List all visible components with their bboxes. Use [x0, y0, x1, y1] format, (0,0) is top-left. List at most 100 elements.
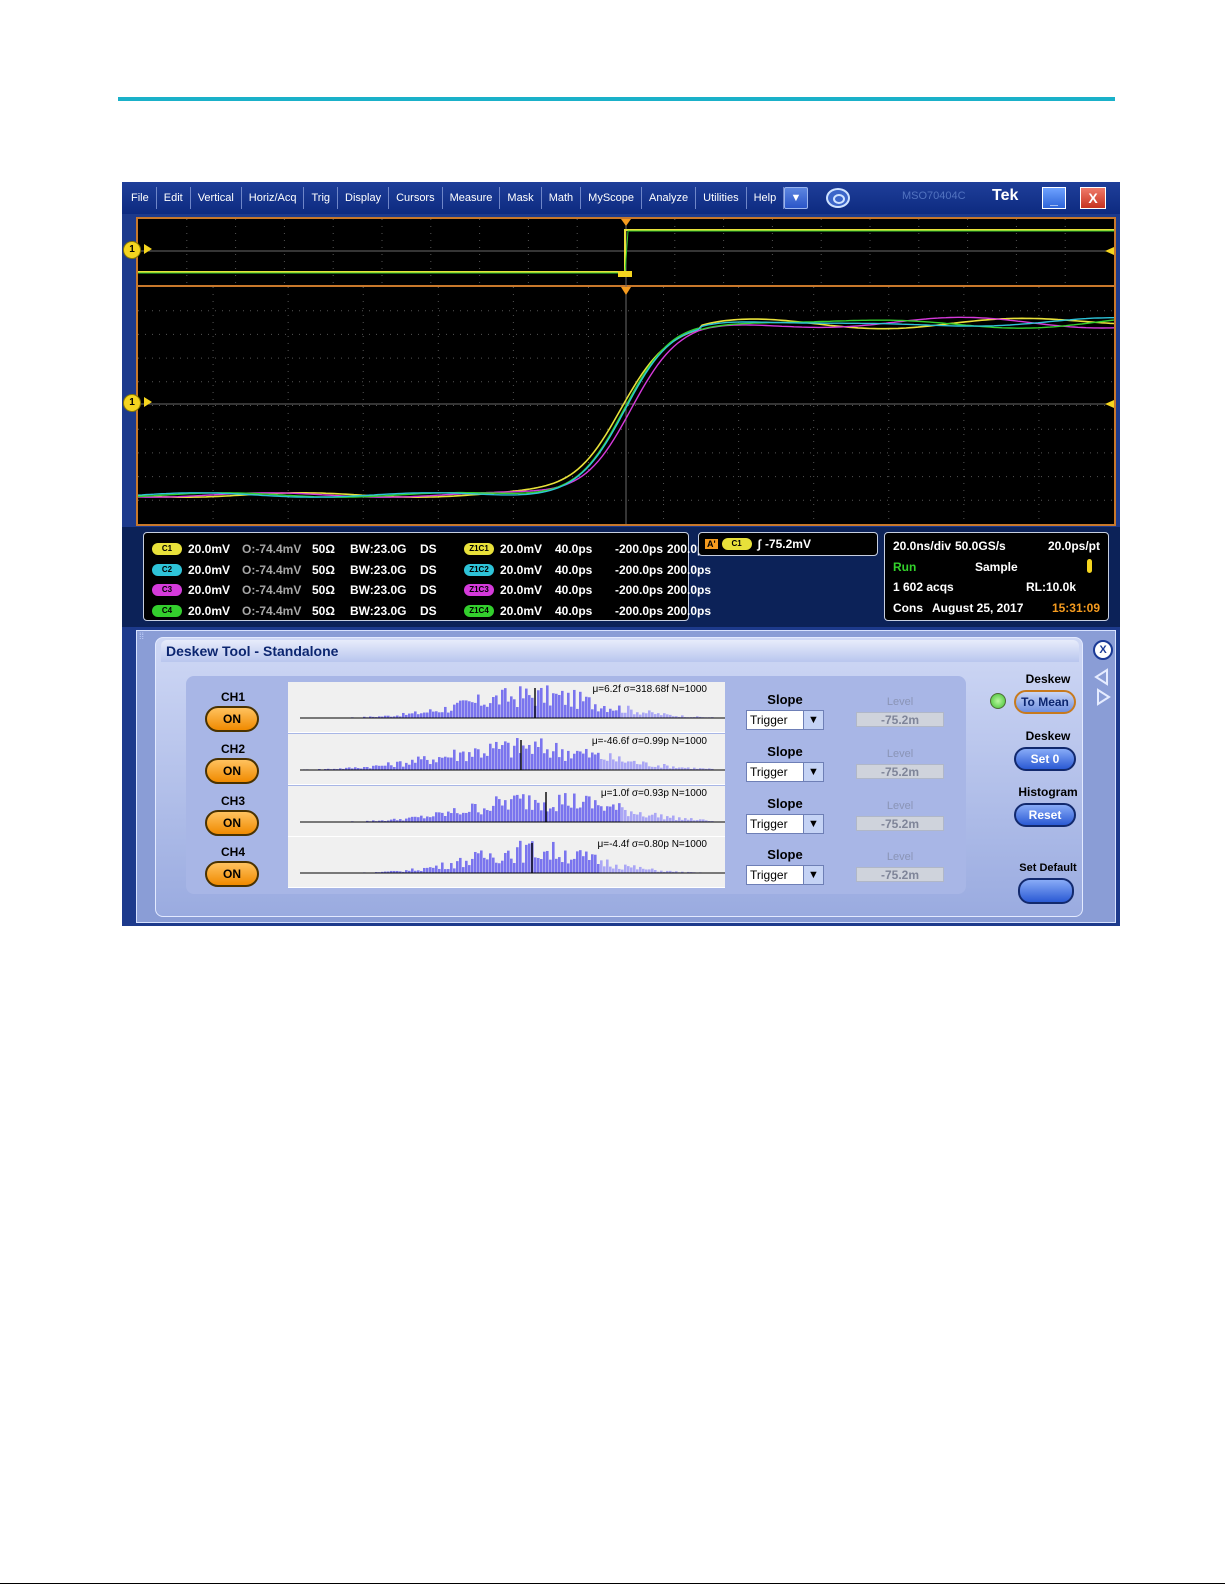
histogram-bar [519, 686, 522, 718]
date: August 25, 2017 [932, 601, 1024, 615]
acquisition-readout[interactable]: 20.0ns/div 50.0GS/s 20.0ps/pt Run Sample… [884, 532, 1109, 621]
slope-select[interactable]: Trigger ▼ [746, 710, 824, 730]
ch-zoom-badge: Z1C4 [464, 604, 494, 617]
menu-analyze[interactable]: Analyze [642, 187, 697, 209]
level-field: -75.2m [856, 712, 944, 727]
channel-1-marker[interactable]: 1 [123, 241, 141, 259]
waveform-display[interactable] [136, 217, 1116, 526]
set-0-button[interactable]: Set 0 [1014, 747, 1076, 771]
histogram-bar [495, 695, 498, 718]
histogram-bar [642, 869, 645, 874]
histogram-bar [600, 860, 603, 874]
menu-measure[interactable]: Measure [443, 187, 501, 209]
histogram-bar [588, 796, 591, 822]
histogram-bar [471, 859, 474, 874]
histogram-bar [480, 850, 483, 874]
zoom-window-marker [618, 271, 632, 277]
histogram-bar [390, 765, 393, 770]
histogram-bar [459, 858, 462, 874]
ch-ds: DS [420, 603, 437, 618]
histogram-bar [438, 811, 441, 822]
histogram-bar [456, 760, 459, 770]
histogram-bar [408, 713, 411, 718]
menu-cursors[interactable]: Cursors [389, 187, 443, 209]
channel-on-button[interactable]: ON [205, 861, 259, 888]
minimize-button[interactable]: _ [1042, 187, 1066, 209]
menu-utilities[interactable]: Utilities [696, 187, 747, 209]
histogram-bar [543, 753, 546, 770]
close-panel-button[interactable]: X [1093, 640, 1113, 660]
menu-file[interactable]: File [122, 187, 157, 209]
histogram-bar [498, 798, 501, 822]
menu-myscope[interactable]: MyScope [581, 187, 643, 209]
oscilloscope-window: File Edit Vertical Horiz/Acq Trig Display Curs… [122, 182, 1120, 926]
histogram-bar [579, 850, 582, 874]
menu-help[interactable]: Help [747, 187, 785, 209]
histogram-bar [432, 711, 435, 718]
channel-readout-row[interactable]: C1 20.0mV O:-74.4mV 50Ω BW:23.0G DS Z1C1 20.0mV… [152, 539, 723, 559]
ch-zoff: -200.0ps [615, 542, 664, 556]
histogram-bar [498, 704, 501, 718]
chevron-down-icon[interactable]: ▼ [803, 711, 823, 729]
ch-zoff: -200.0ps [615, 583, 664, 597]
histogram-bar [645, 869, 648, 874]
channel-readout-row[interactable]: C4 20.0mV O:-74.4mV 50Ω BW:23.0G DS Z1C4 20.0mV… [152, 601, 723, 621]
histogram-bar [546, 749, 549, 770]
histogram-bar [456, 702, 459, 718]
channel-readout-row[interactable]: C3 20.0mV O:-74.4mV 50Ω BW:23.0G DS Z1C3 20.0mV… [152, 580, 723, 600]
channel-readouts[interactable]: C1 20.0mV O:-74.4mV 50Ω BW:23.0G DS Z1C1 20.0mV… [143, 532, 711, 621]
histogram-bar [555, 742, 558, 770]
histogram-bar [570, 706, 573, 718]
slope-select[interactable]: Trigger ▼ [746, 813, 824, 834]
menu-edit[interactable]: Edit [157, 187, 191, 209]
histogram-bar [585, 851, 588, 874]
histogram-bar [651, 868, 654, 874]
histogram-bar [414, 816, 417, 822]
set-default-button[interactable] [1018, 878, 1074, 904]
chevron-down-icon[interactable]: ▼ [803, 866, 823, 885]
histogram-bar [672, 815, 675, 822]
chevron-down-icon[interactable]: ▼ [803, 814, 823, 833]
menu-horizacq[interactable]: Horiz/Acq [242, 187, 305, 209]
recall-icon[interactable] [826, 188, 850, 208]
histogram-bar [621, 712, 624, 718]
slope-select[interactable]: Trigger ▼ [746, 865, 824, 886]
slope-select[interactable]: Trigger ▼ [746, 761, 824, 782]
menu-vertical[interactable]: Vertical [191, 187, 242, 209]
close-window-button[interactable]: X [1080, 187, 1106, 209]
histogram-bar [405, 818, 408, 822]
histogram-bar [567, 863, 570, 874]
channel-on-button[interactable]: ON [205, 809, 259, 836]
channel-on-button[interactable]: ON [205, 757, 259, 784]
trigger-readout[interactable]: A' C1 ∫ -75.2mV [698, 532, 878, 556]
channel-on-button[interactable]: ON [205, 706, 259, 732]
chevron-down-icon[interactable]: ▼ [803, 762, 823, 781]
ch-ds: DS [420, 562, 437, 577]
menu-display[interactable]: Display [338, 187, 390, 209]
menu-trig[interactable]: Trig [304, 187, 339, 209]
histogram-bar [579, 807, 582, 822]
histogram-bar [585, 795, 588, 822]
histogram-bar [627, 866, 630, 874]
ch-zpos: 40.0ps [555, 562, 593, 577]
channel-readout-row[interactable]: C2 20.0mV O:-74.4mV 50Ω BW:23.0G DS Z1C2 20.0mV… [152, 560, 723, 580]
time: 15:31:09 [1051, 601, 1100, 615]
thermometer-icon [1087, 559, 1092, 573]
histogram-bar [513, 699, 516, 718]
menu-dropdown-button[interactable]: ▼ [784, 187, 808, 209]
histogram-bar [507, 809, 510, 822]
to-mean-button[interactable]: To Mean [1014, 690, 1076, 714]
grip-handle[interactable]: ⁞⁞ [139, 631, 144, 641]
reset-button[interactable]: Reset [1014, 803, 1076, 827]
slope-label: Slope [767, 692, 803, 707]
channel-1-marker[interactable]: 1 [123, 394, 141, 412]
histogram-bar [630, 867, 633, 874]
ch-zoom-badge: Z1C2 [464, 563, 494, 576]
nav-right-icon[interactable] [1097, 688, 1111, 706]
nav-left-icon[interactable] [1094, 668, 1108, 686]
menu-math[interactable]: Math [542, 187, 582, 209]
menu-mask[interactable]: Mask [500, 187, 542, 209]
histogram-bar [462, 751, 465, 770]
histogram-bar [627, 761, 630, 770]
histogram-bar [576, 851, 579, 874]
